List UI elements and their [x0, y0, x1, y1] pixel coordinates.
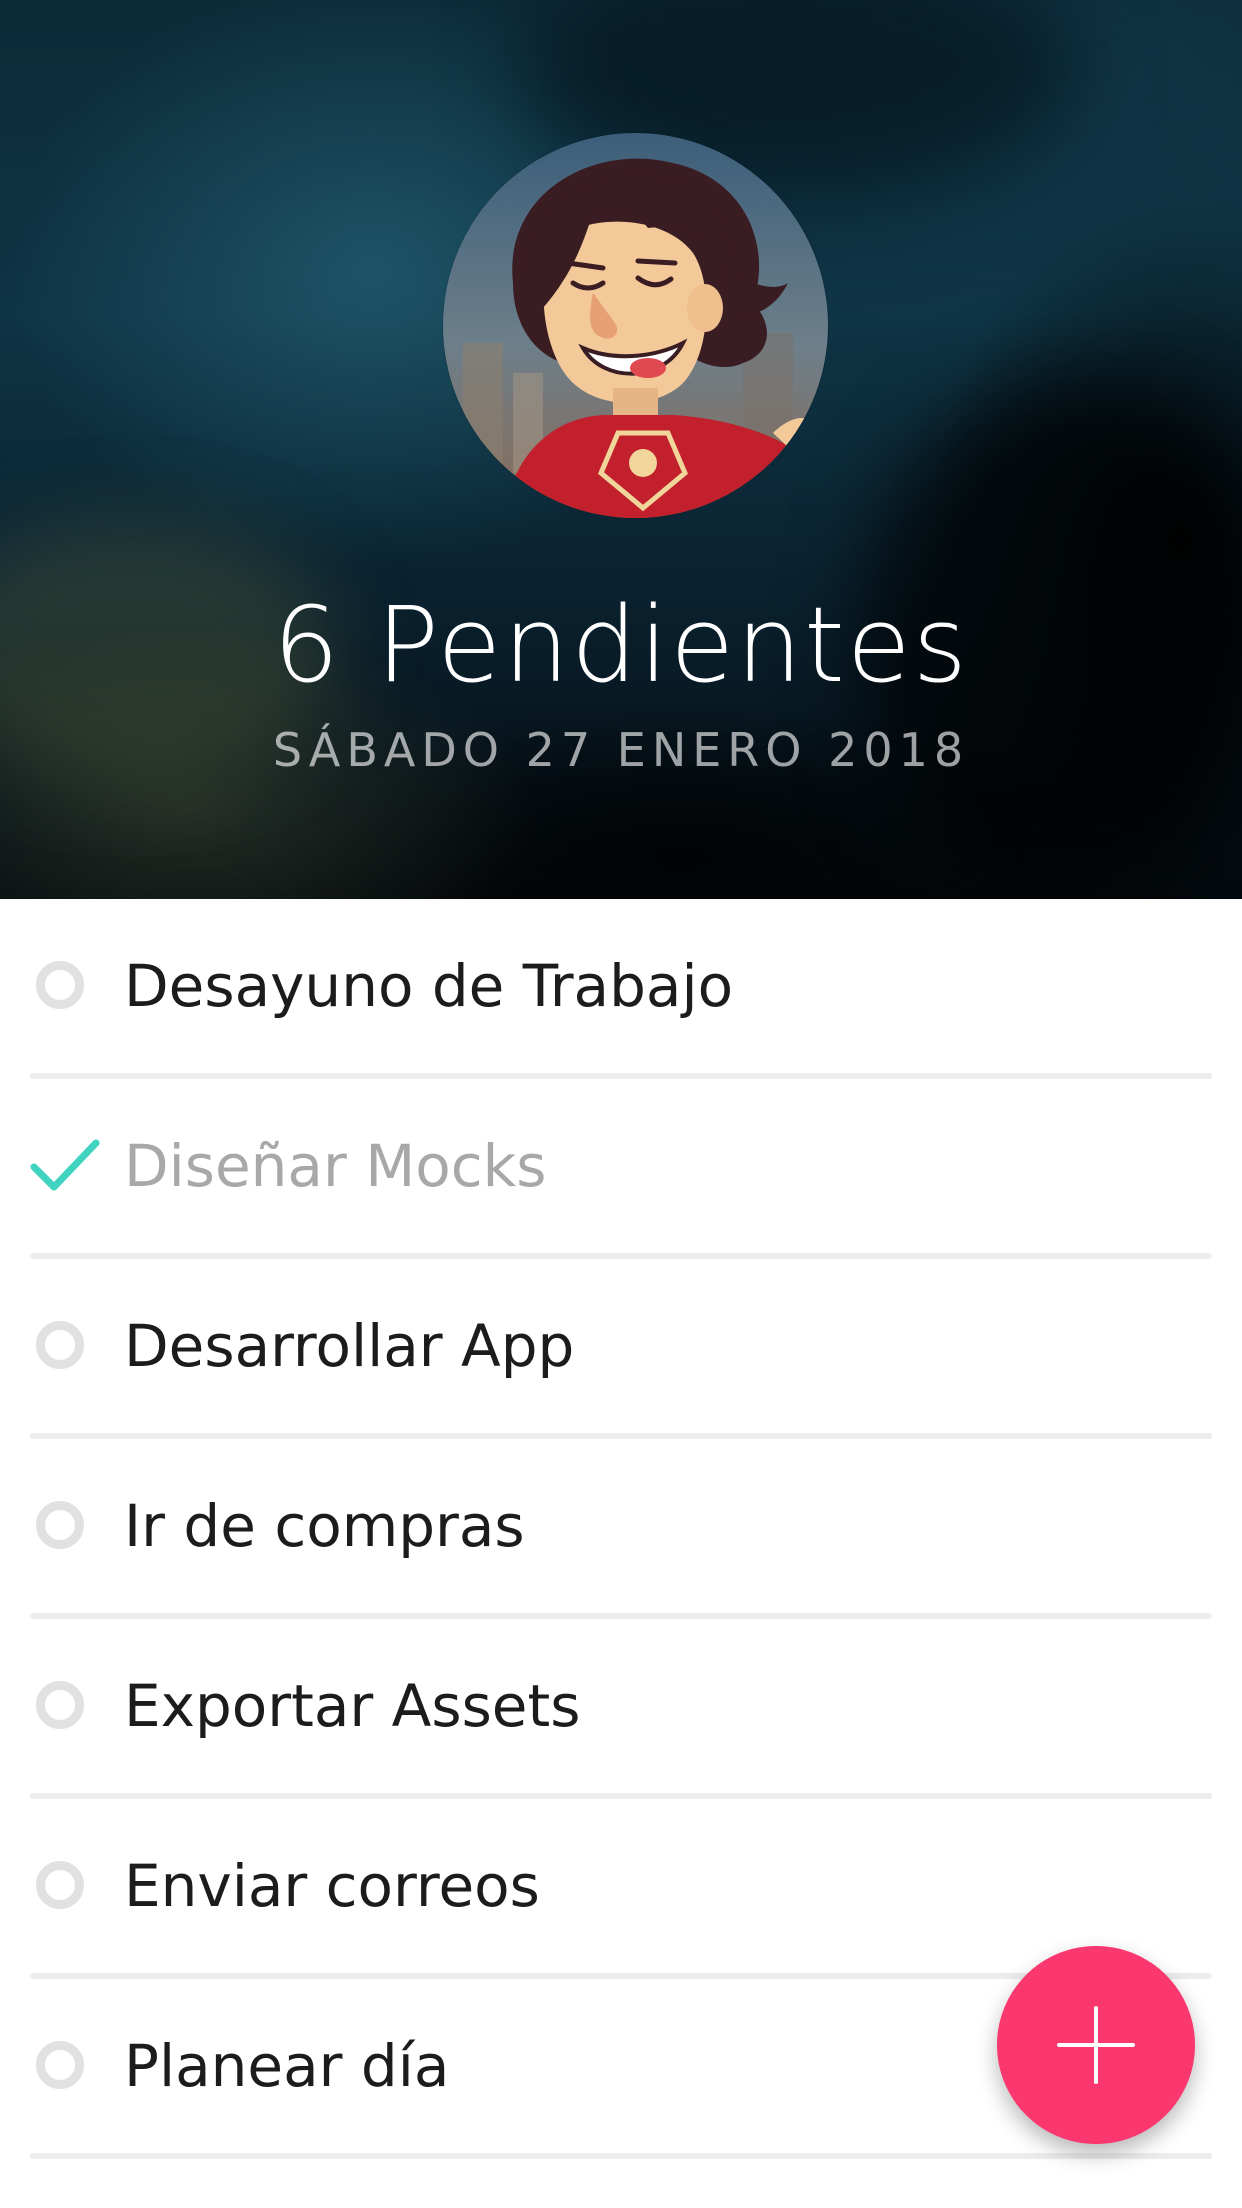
header: 6 Pendientes SÁBADO 27 ENERO 2018 [0, 0, 1242, 899]
task-item[interactable]: Exportar Assets [0, 1619, 1242, 1799]
task-label: Exportar Assets [124, 1672, 581, 1740]
task-item[interactable]: Desayuno de Trabajo [0, 899, 1242, 1079]
unchecked-circle-icon[interactable] [36, 1861, 84, 1909]
task-item[interactable]: Enviar correos [0, 1799, 1242, 1979]
app-screen: 6 Pendientes SÁBADO 27 ENERO 2018 Desayu… [0, 0, 1242, 2208]
divider [30, 2153, 1212, 2159]
unchecked-circle-icon[interactable] [36, 1681, 84, 1729]
unchecked-circle-icon[interactable] [36, 961, 84, 1009]
checkmark-icon[interactable] [30, 1137, 100, 1195]
task-label: Diseñar Mocks [124, 1132, 547, 1200]
unchecked-circle-icon[interactable] [36, 1321, 84, 1369]
add-task-button[interactable] [997, 1946, 1195, 2144]
task-label: Planear día [124, 2032, 450, 2100]
task-label: Ir de compras [124, 1492, 525, 1560]
pending-count-title: 6 Pendientes [273, 584, 969, 706]
unchecked-circle-icon[interactable] [36, 1501, 84, 1549]
task-label: Desayuno de Trabajo [124, 952, 734, 1020]
task-item[interactable]: Desarrollar App [0, 1259, 1242, 1439]
task-item[interactable]: Diseñar Mocks [0, 1079, 1242, 1259]
unchecked-circle-icon[interactable] [36, 2041, 84, 2089]
avatar[interactable] [443, 133, 828, 518]
task-item[interactable]: Ir de compras [0, 1439, 1242, 1619]
date-subtitle: SÁBADO 27 ENERO 2018 [272, 723, 970, 777]
task-label: Desarrollar App [124, 1312, 575, 1380]
avatar-illustration-icon [443, 133, 828, 518]
task-label: Enviar correos [124, 1852, 540, 1920]
